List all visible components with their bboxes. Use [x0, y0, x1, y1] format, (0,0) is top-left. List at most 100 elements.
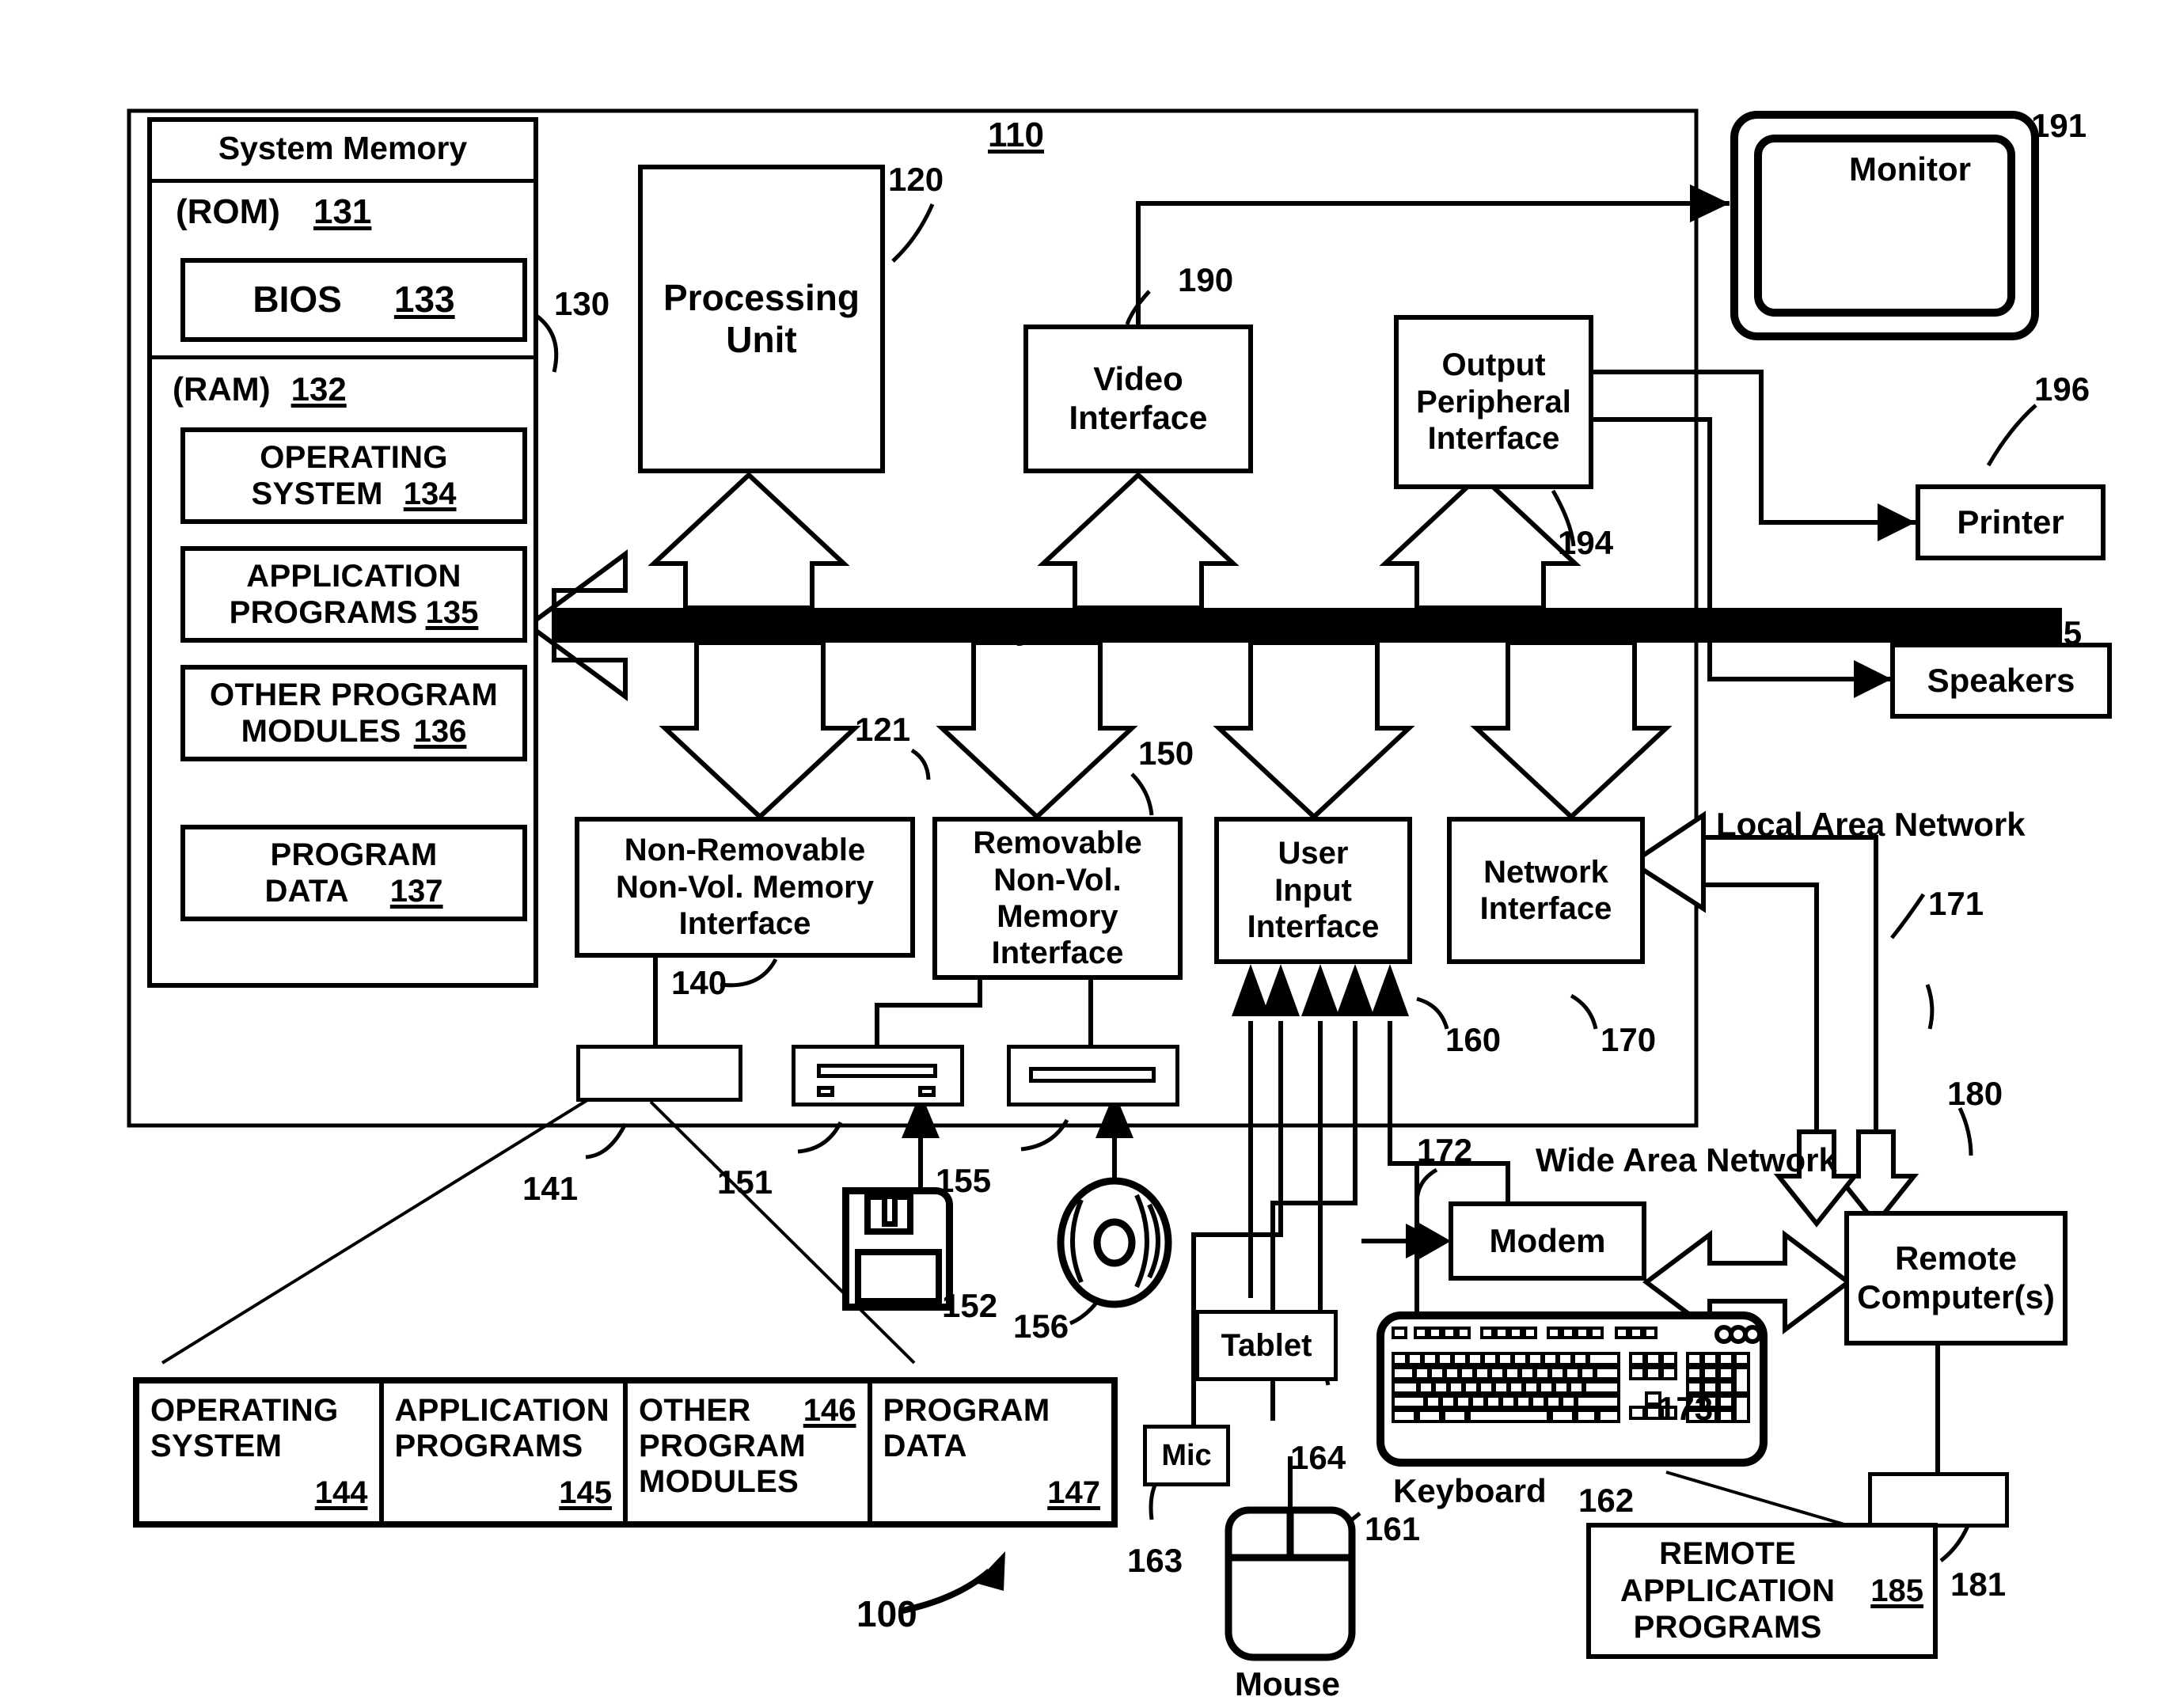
tablet-label: Tablet: [1221, 1327, 1312, 1363]
network-line1: Network: [1483, 854, 1608, 890]
ram-item-1-ref: 135: [425, 595, 479, 630]
keyboard-label: Keyboard: [1393, 1472, 1547, 1509]
ram-item-program-data: PROGRAM DATA 137: [180, 825, 527, 921]
floppy-drive-slot: [817, 1064, 937, 1078]
network-line2: Interface: [1479, 891, 1612, 926]
hard-disk-ref: 141: [522, 1170, 579, 1207]
system-memory-ref: 130: [554, 285, 610, 322]
speakers-label: Speakers: [1927, 661, 2075, 699]
processing-unit-ref: 120: [888, 161, 944, 198]
user-input-line3: Interface: [1247, 909, 1380, 945]
ram-item-0-line2: SYSTEM: [251, 476, 383, 511]
remote-app-line3: PROGRAMS: [1633, 1610, 1822, 1645]
system-bus-label: System Bus: [992, 608, 1191, 647]
printer-ref: 196: [2034, 370, 2090, 408]
modem-label: Modem: [1489, 1221, 1606, 1259]
keyboard-keys: [1388, 1323, 1756, 1455]
ram-item-2-line2: MODULES: [241, 714, 401, 749]
user-input-line1: User: [1278, 836, 1349, 871]
legend-cell-0-line1: OPERATING: [150, 1393, 339, 1428]
ram-item-application-programs: APPLICATION PROGRAMS 135: [180, 546, 527, 643]
system-memory-title: System Memory: [147, 117, 538, 179]
keyboard-ref: 162: [1578, 1482, 1635, 1519]
floppy-drive-eject-right: [918, 1086, 936, 1097]
removable-line4: Interface: [991, 936, 1124, 971]
rom-label-text: (ROM): [176, 192, 280, 231]
non-removable-memory-interface-box: Non-Removable Non-Vol. Memory Interface: [575, 817, 915, 958]
output-peripheral-line3: Interface: [1427, 421, 1560, 457]
non-removable-line1: Non-Removable: [624, 833, 866, 868]
video-interface-ref: 190: [1178, 261, 1234, 298]
local-area-network-label: Local Area Network: [1716, 806, 2026, 843]
floppy-disk-label-area: [855, 1249, 942, 1304]
ram-label: (RAM) 132: [173, 370, 347, 408]
remote-computer-line1: Remote: [1894, 1239, 2018, 1277]
system-bus-ref: 121: [855, 711, 911, 748]
legend-cell: OTHER 146 PROGRAM MODULES: [628, 1383, 872, 1521]
optical-drive-ref: 155: [936, 1162, 992, 1199]
legend-cell-2-line3: MODULES: [639, 1464, 799, 1499]
legend-table: OPERATING SYSTEM 144 APPLICATION PROGRAM…: [133, 1377, 1118, 1528]
legend-cell-3-line2: DATA: [883, 1429, 967, 1463]
speakers-ref: 195: [2026, 614, 2083, 651]
user-input-line2: Input: [1274, 872, 1352, 908]
output-peripheral-interface-box: Output Peripheral Interface: [1394, 315, 1593, 489]
optical-drive-slot: [1029, 1067, 1156, 1083]
video-interface-line1: Video: [1093, 360, 1183, 398]
legend-cell-3-line1: PROGRAM: [883, 1393, 1050, 1428]
ram-item-other-program-modules: OTHER PROGRAM MODULES 136: [180, 665, 527, 761]
bios-label: BIOS: [253, 279, 342, 321]
processing-unit-line2: Unit: [726, 319, 797, 360]
legend-cell-2-line1: OTHER: [639, 1393, 751, 1428]
network-ref: 170: [1601, 1021, 1657, 1058]
system-memory-title-text: System Memory: [218, 129, 468, 166]
remote-computer-ref: 180: [1947, 1075, 2003, 1112]
ram-item-2-line1: OTHER PROGRAM: [210, 677, 498, 712]
floppy-drive-eject-left: [817, 1086, 834, 1097]
rom-ram-divider: [150, 355, 535, 359]
ram-item-1-line1: APPLICATION: [246, 558, 461, 594]
optical-disc-ref: 156: [1013, 1308, 1069, 1345]
monitor-ref: 191: [2031, 107, 2087, 144]
legend-cell: OPERATING SYSTEM 144: [139, 1383, 384, 1521]
remote-computer-line2: Computer(s): [1857, 1278, 2055, 1315]
remote-app-line1: REMOTE: [1659, 1536, 1797, 1572]
monitor-label: Monitor: [1849, 150, 1971, 188]
removable-memory-interface-box: Removable Non-Vol. Memory Interface: [932, 817, 1183, 980]
hard-disk-drive-icon: [576, 1045, 742, 1102]
user-input-ref: 160: [1445, 1021, 1502, 1058]
floppy-drive-ref: 151: [717, 1163, 773, 1201]
ram-item-operating-system: OPERATING SYSTEM 134: [180, 427, 527, 524]
network-interface-box: Network Interface: [1447, 817, 1645, 964]
wide-area-network-ref: 173: [1657, 1390, 1714, 1427]
legend-cell-2-ref: 146: [803, 1393, 856, 1428]
rom-ref: 131: [313, 192, 372, 231]
bios-ref: 133: [393, 279, 455, 321]
mouse-label: Mouse: [1235, 1665, 1341, 1702]
remote-memory-drive-icon: [1868, 1472, 2009, 1528]
ram-ref: 132: [290, 370, 347, 408]
processing-unit-box: Processing Unit: [638, 165, 885, 473]
wide-area-network-label: Wide Area Network: [1536, 1141, 1837, 1179]
legend-cell-0-ref: 144: [314, 1475, 368, 1510]
ram-item-0-ref: 134: [403, 476, 457, 511]
modem-box: Modem: [1449, 1201, 1646, 1281]
mouse-ref: 161: [1365, 1510, 1421, 1547]
output-peripheral-ref: 194: [1558, 524, 1614, 561]
legend-cell-1-line2: PROGRAMS: [394, 1429, 583, 1463]
mic-box: Mic: [1143, 1425, 1230, 1486]
output-peripheral-line2: Peripheral: [1416, 384, 1571, 419]
computer-ref: 110: [988, 116, 1044, 154]
video-interface-box: Video Interface: [1023, 325, 1253, 473]
legend-cell: PROGRAM DATA 147: [872, 1383, 1112, 1521]
legend-cell-3-ref: 147: [1047, 1475, 1100, 1510]
remote-application-programs-box: REMOTE APPLICATION PROGRAMS 185: [1586, 1523, 1938, 1659]
mic-ref: 163: [1127, 1542, 1183, 1579]
printer-label: Printer: [1957, 503, 2064, 541]
ram-item-3-line1: PROGRAM: [270, 837, 438, 872]
patent-figure: System Memory (ROM) 131 BIOS 133 (RAM) 1…: [0, 0, 2172, 1708]
floppy-disk-ref: 152: [942, 1287, 998, 1324]
printer-box: Printer: [1916, 484, 2106, 560]
non-removable-ref: 140: [671, 964, 727, 1001]
ram-item-2-ref: 136: [413, 714, 467, 749]
